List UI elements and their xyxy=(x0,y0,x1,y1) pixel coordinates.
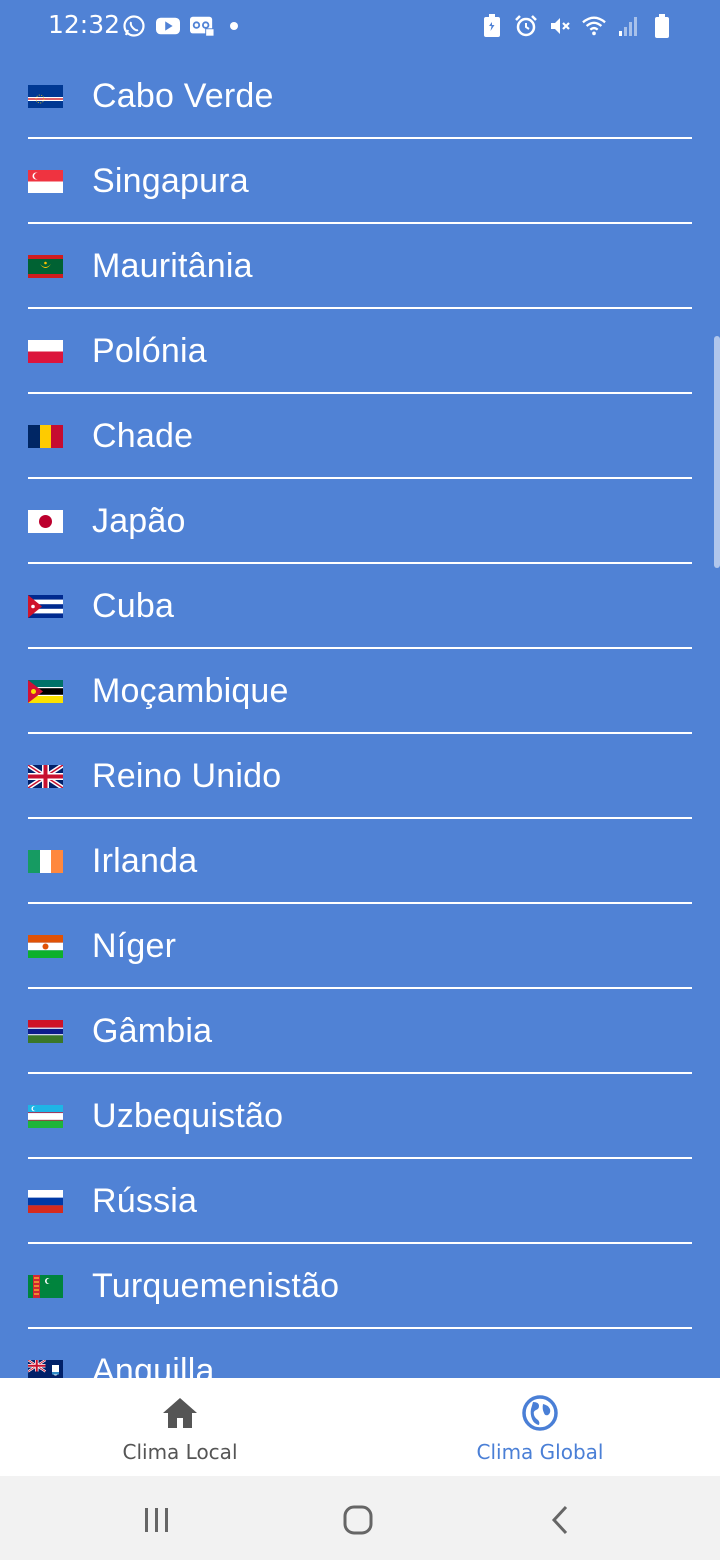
anguilla-flag-icon xyxy=(28,1360,63,1378)
tab-label: Clima Global xyxy=(476,1440,604,1464)
country-name: Rússia xyxy=(92,1182,198,1220)
list-item[interactable]: Anguilla xyxy=(28,1329,692,1378)
cuba-flag-icon xyxy=(28,595,63,618)
list-item[interactable]: Singapura xyxy=(28,139,692,224)
tab-label: Clima Local xyxy=(122,1440,238,1464)
turkmenistan-flag-icon xyxy=(28,1275,63,1298)
uzbekistan-flag-icon xyxy=(28,1105,63,1128)
status-right-icons xyxy=(480,14,674,38)
list-item[interactable]: Gâmbia xyxy=(28,989,692,1074)
tab-clima-local[interactable]: Clima Local xyxy=(0,1378,360,1476)
list-item[interactable]: Chade xyxy=(28,394,692,479)
list-item[interactable]: Cuba xyxy=(28,564,692,649)
battery-saver-icon xyxy=(480,14,504,38)
battery-icon xyxy=(650,14,674,38)
list-item[interactable]: Irlanda xyxy=(28,819,692,904)
japan-flag-icon xyxy=(28,510,63,533)
list-item[interactable]: Reino Unido xyxy=(28,734,692,819)
status-bar: 12:32 xyxy=(0,0,720,56)
list-item[interactable]: Polónia xyxy=(28,309,692,394)
niger-flag-icon xyxy=(28,935,63,958)
cape-verde-flag-icon xyxy=(28,85,63,108)
status-time: 12:32 xyxy=(48,10,121,39)
united-kingdom-flag-icon xyxy=(28,765,63,788)
tab-clima-global[interactable]: Clima Global xyxy=(360,1378,720,1476)
recents-button[interactable] xyxy=(137,1500,177,1540)
gambia-flag-icon xyxy=(28,1020,63,1043)
chad-flag-icon xyxy=(28,425,63,448)
mauritania-flag-icon xyxy=(28,255,63,278)
country-name: Uzbequistão xyxy=(92,1097,284,1135)
country-name: Reino Unido xyxy=(92,757,282,795)
home-icon xyxy=(161,1394,199,1432)
list-item[interactable]: Rússia xyxy=(28,1159,692,1244)
country-name: Singapura xyxy=(92,162,249,200)
country-name: Polónia xyxy=(92,332,207,370)
country-name: Mauritânia xyxy=(92,247,253,285)
country-name: Gâmbia xyxy=(92,1012,213,1050)
alarm-icon xyxy=(514,14,538,38)
list-item[interactable]: Moçambique xyxy=(28,649,692,734)
globe-icon xyxy=(521,1394,559,1432)
country-name: Anguilla xyxy=(92,1352,215,1378)
singapore-flag-icon xyxy=(28,170,63,193)
notification-dot xyxy=(230,22,238,30)
list-item[interactable]: Níger xyxy=(28,904,692,989)
country-name: Irlanda xyxy=(92,842,198,880)
list-item[interactable]: Japão xyxy=(28,479,692,564)
ireland-flag-icon xyxy=(28,850,63,873)
country-name: Japão xyxy=(92,502,186,540)
country-name: Turquemenistão xyxy=(92,1267,340,1305)
country-list: Cabo Verde Singapura Mauritânia Polónia Chad… xyxy=(0,54,720,1378)
whatsapp-icon xyxy=(122,14,146,38)
mute-icon xyxy=(548,14,572,38)
voicemail-icon xyxy=(190,14,214,38)
country-name: Chade xyxy=(92,417,194,455)
country-name: Níger xyxy=(92,927,177,965)
country-name: Cabo Verde xyxy=(92,77,274,115)
youtube-icon xyxy=(156,14,180,38)
wifi-icon xyxy=(582,14,606,38)
bottom-nav: Clima Local Clima Global xyxy=(0,1378,720,1476)
system-nav xyxy=(0,1476,720,1560)
home-button[interactable] xyxy=(338,1500,378,1540)
country-name: Moçambique xyxy=(92,672,289,710)
status-left-icons xyxy=(122,14,238,38)
list-item[interactable]: Mauritânia xyxy=(28,224,692,309)
russia-flag-icon xyxy=(28,1190,63,1213)
back-button[interactable] xyxy=(540,1500,580,1540)
poland-flag-icon xyxy=(28,340,63,363)
list-item[interactable]: Cabo Verde xyxy=(28,54,692,139)
signal-icon xyxy=(616,14,640,38)
list-item[interactable]: Uzbequistão xyxy=(28,1074,692,1159)
list-item[interactable]: Turquemenistão xyxy=(28,1244,692,1329)
country-name: Cuba xyxy=(92,587,175,625)
mozambique-flag-icon xyxy=(28,680,63,703)
